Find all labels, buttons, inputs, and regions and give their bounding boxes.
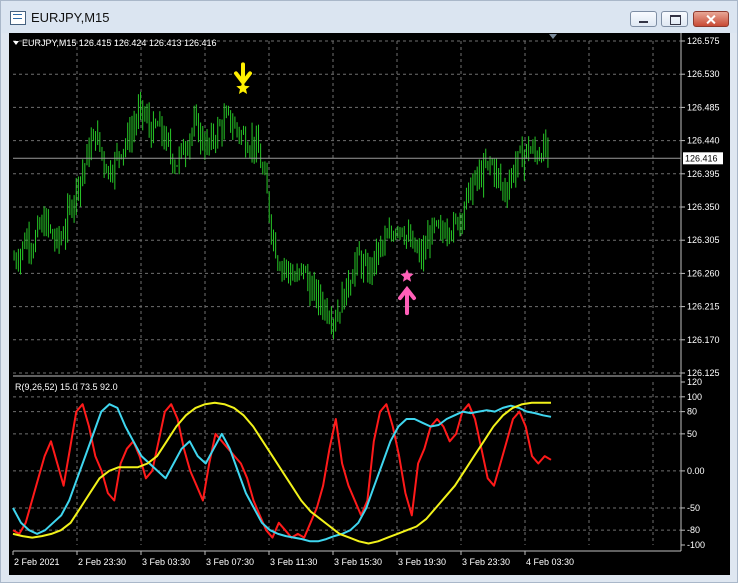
price-tick-label: 126.485: [687, 102, 720, 112]
price-tick-label: 126.395: [687, 169, 720, 179]
minimize-button[interactable]: [630, 11, 657, 27]
chart-window: EURJPY,M15 126.575 126.530 126.485 126.440 1…: [0, 0, 738, 583]
indicator-tick-label: 50: [687, 429, 697, 439]
price-tick-label: 126.260: [687, 268, 720, 278]
price-panel-header: EURJPY,M15 126.415 126.424 126.413 126.4…: [22, 38, 217, 48]
price-tick-label: 126.575: [687, 36, 720, 46]
time-tick-label: 3 Feb 23:30: [462, 557, 510, 567]
time-tick-label: 4 Feb 03:30: [526, 557, 574, 567]
indicator-tick-label: 0.00: [687, 466, 705, 476]
maximize-button[interactable]: [661, 11, 688, 27]
time-tick-label: 3 Feb 19:30: [398, 557, 446, 567]
window-title: EURJPY,M15: [31, 10, 110, 25]
indicator-tick-label: 120: [687, 377, 702, 387]
price-tick-label: 126.350: [687, 202, 720, 212]
indicator-tick-label: 100: [687, 392, 702, 402]
chart-background: [9, 33, 730, 575]
indicator-tick-label: -80: [687, 525, 700, 535]
price-tick-label: 126.440: [687, 136, 720, 146]
indicator-tick-label: 80: [687, 407, 697, 417]
title-bar[interactable]: EURJPY,M15: [1, 1, 737, 33]
time-tick-label: 2 Feb 23:30: [78, 557, 126, 567]
time-tick-label: 2 Feb 2021: [14, 557, 60, 567]
chart-window-icon: [10, 11, 26, 25]
time-tick-label: 3 Feb 11:30: [270, 557, 317, 567]
chart-area[interactable]: 126.575 126.530 126.485 126.440 126.395 126.3…: [9, 33, 730, 575]
indicator-panel-header: R(9,26,52) 15.0 73.5 92.0: [15, 382, 118, 392]
price-tick-label: 126.530: [687, 69, 720, 79]
indicator-tick-label: -50: [687, 503, 700, 513]
current-price-label: 126.416: [685, 153, 718, 163]
price-tick-label: 126.215: [687, 302, 720, 312]
time-tick-label: 3 Feb 15:30: [334, 557, 382, 567]
price-tick-label: 126.305: [687, 235, 720, 245]
chart-svg[interactable]: 126.575 126.530 126.485 126.440 126.395 126.3…: [9, 33, 730, 575]
price-tick-label: 126.170: [687, 335, 720, 345]
time-tick-label: 3 Feb 03:30: [142, 557, 190, 567]
indicator-tick-label: -100: [687, 540, 705, 550]
close-button[interactable]: [693, 11, 729, 27]
time-tick-label: 3 Feb 07:30: [206, 557, 254, 567]
